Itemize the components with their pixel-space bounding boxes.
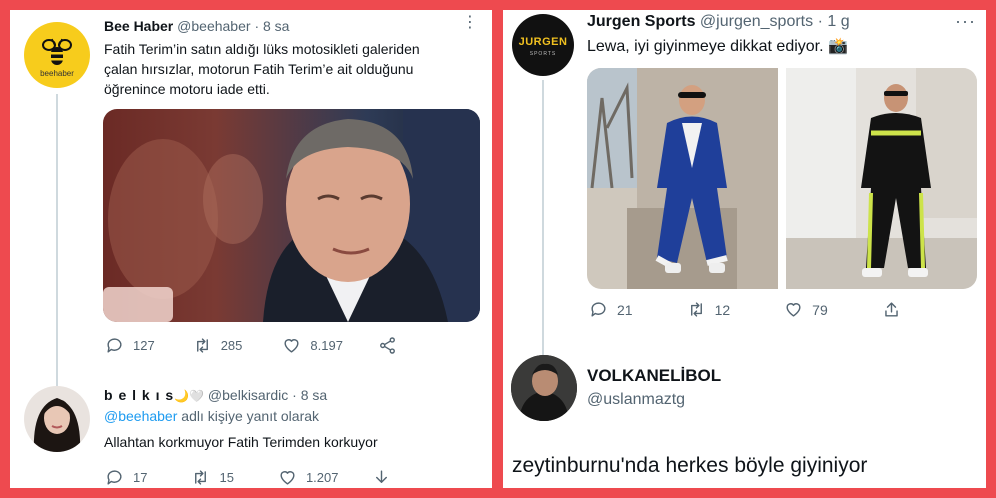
retweet-action[interactable]: 12 xyxy=(687,300,731,319)
like-action[interactable]: 8.197 xyxy=(282,336,343,355)
tweet-text: Fatih Terim’in satın aldığı lüks motosik… xyxy=(104,39,484,99)
download-action[interactable] xyxy=(372,468,391,487)
more-options-icon[interactable]: ··· xyxy=(955,12,976,30)
author-name[interactable]: VOLKANELİBOL xyxy=(587,366,721,386)
reply-icon xyxy=(107,338,122,353)
share-icon xyxy=(884,302,898,317)
author-handle[interactable]: @uslanmaztg xyxy=(587,391,685,409)
separator-dot: · xyxy=(817,13,823,30)
reply-action[interactable]: 21 xyxy=(589,300,633,319)
retweet-icon xyxy=(690,302,702,317)
heart-icon xyxy=(786,303,801,317)
tweet-header: Jurgen Sports @jurgen_sports · 1 g xyxy=(587,12,850,32)
separator-dot: · xyxy=(254,18,260,34)
jurgen-logo-text: JURGEN xyxy=(518,36,568,48)
share-icon xyxy=(380,337,395,354)
volkan-avatar[interactable] xyxy=(511,355,577,421)
retweet-count: 12 xyxy=(714,301,731,318)
like-count: 8.197 xyxy=(310,338,343,353)
author-handle[interactable]: @jurgen_sports xyxy=(700,13,813,30)
replying-to-label: @beehaber adlı kişiye yanıt olarak xyxy=(104,408,319,424)
beehaber-avatar-caption: beehaber xyxy=(40,69,74,78)
right-screenshot: JURGEN SPORTS Jurgen Sports @jurgen_spor… xyxy=(503,10,986,488)
tweet-text: zeytinburnu'nda herkes böyle giyiniyor xyxy=(512,454,868,477)
reply-action[interactable]: 127 xyxy=(105,336,155,355)
author-emoji: 🌙🤍 xyxy=(174,389,205,403)
retweet-icon xyxy=(195,470,207,485)
tweet-text-line: Fatih Terim’in satın aldığı lüks motosik… xyxy=(104,41,420,57)
tweet-time[interactable]: 8 sa xyxy=(263,18,289,34)
reply-count: 21 xyxy=(617,301,633,318)
more-options-icon[interactable]: ⋮ xyxy=(462,15,479,31)
tweet-actions: 127 285 8.197 xyxy=(105,336,397,355)
separator-dot: · xyxy=(292,387,297,403)
tweet-photo-grid xyxy=(587,68,977,289)
like-action[interactable]: 1.207 xyxy=(278,468,339,487)
tweet-header: b e l k ı s🌙🤍 @belkisardic · 8 sa xyxy=(104,386,327,405)
retweet-action[interactable]: 285 xyxy=(193,336,243,355)
jurgen-logo-sub: SPORTS xyxy=(529,51,557,57)
tweet-text-line: öğrenince motoru iade etti. xyxy=(104,81,270,97)
author-name[interactable]: Bee Haber xyxy=(104,18,173,34)
tweet-time[interactable]: 8 sa xyxy=(301,387,327,403)
author-handle[interactable]: @belkisardic xyxy=(208,387,288,403)
tweet-time[interactable]: 1 g xyxy=(827,13,849,30)
man-profile-photo xyxy=(511,355,577,421)
reply-count: 17 xyxy=(133,470,148,485)
retweet-count: 285 xyxy=(220,338,243,353)
thread-line xyxy=(542,80,544,362)
tweet-header: Bee Haber @beehaber · 8 sa xyxy=(104,17,289,35)
arrow-down-icon xyxy=(376,470,388,483)
tweet-actions: 21 12 79 xyxy=(589,300,901,319)
tweet-text: Lewa, iyi giyinmeye dikkat ediyor. 📸 xyxy=(587,38,848,55)
author-name[interactable]: Jurgen Sports xyxy=(587,13,695,30)
woman-profile-photo xyxy=(33,398,81,452)
jurgen-avatar[interactable]: JURGEN SPORTS xyxy=(512,14,574,76)
reply-suffix: adlı kişiye yanıt olarak xyxy=(181,408,320,424)
bee-logo-icon xyxy=(42,38,72,65)
author-name[interactable]: b e l k ı s xyxy=(104,387,174,403)
tweet-text: Allahtan korkmuyor Fatih Terimden korkuy… xyxy=(104,434,378,450)
man-blue-tracksuit-photo[interactable] xyxy=(587,68,778,289)
like-action[interactable]: 79 xyxy=(784,300,828,319)
retweet-icon xyxy=(196,338,208,353)
reply-count: 127 xyxy=(133,338,155,353)
retweet-count: 15 xyxy=(219,470,234,485)
thread-line xyxy=(56,94,58,386)
reply-mention-link[interactable]: @beehaber xyxy=(104,408,177,424)
reply-icon xyxy=(591,302,606,317)
like-count: 1.207 xyxy=(305,470,339,485)
share-action[interactable] xyxy=(882,300,901,319)
left-screenshot: beehaber Bee Haber @beehaber · 8 sa ⋮ Fa… xyxy=(10,10,492,488)
tweet-text-line: çalan hırsızlar, motorun Fatih Terim’e a… xyxy=(104,61,414,77)
tweet-actions: 17 15 1.207 xyxy=(105,468,391,487)
belkis-avatar[interactable] xyxy=(24,386,90,452)
like-count: 79 xyxy=(812,301,828,318)
reply-action[interactable]: 17 xyxy=(105,468,147,487)
man-portrait-photo xyxy=(103,109,480,322)
share-action[interactable] xyxy=(378,336,397,355)
author-handle[interactable]: @beehaber xyxy=(177,18,250,34)
reply-icon xyxy=(107,470,122,485)
tweet-photo[interactable] xyxy=(103,109,480,322)
man-black-tracksuit-photo[interactable] xyxy=(786,68,977,289)
retweet-action[interactable]: 15 xyxy=(191,468,234,487)
heart-icon xyxy=(284,339,299,353)
beehaber-avatar[interactable]: beehaber xyxy=(24,22,90,88)
heart-icon xyxy=(280,471,295,485)
